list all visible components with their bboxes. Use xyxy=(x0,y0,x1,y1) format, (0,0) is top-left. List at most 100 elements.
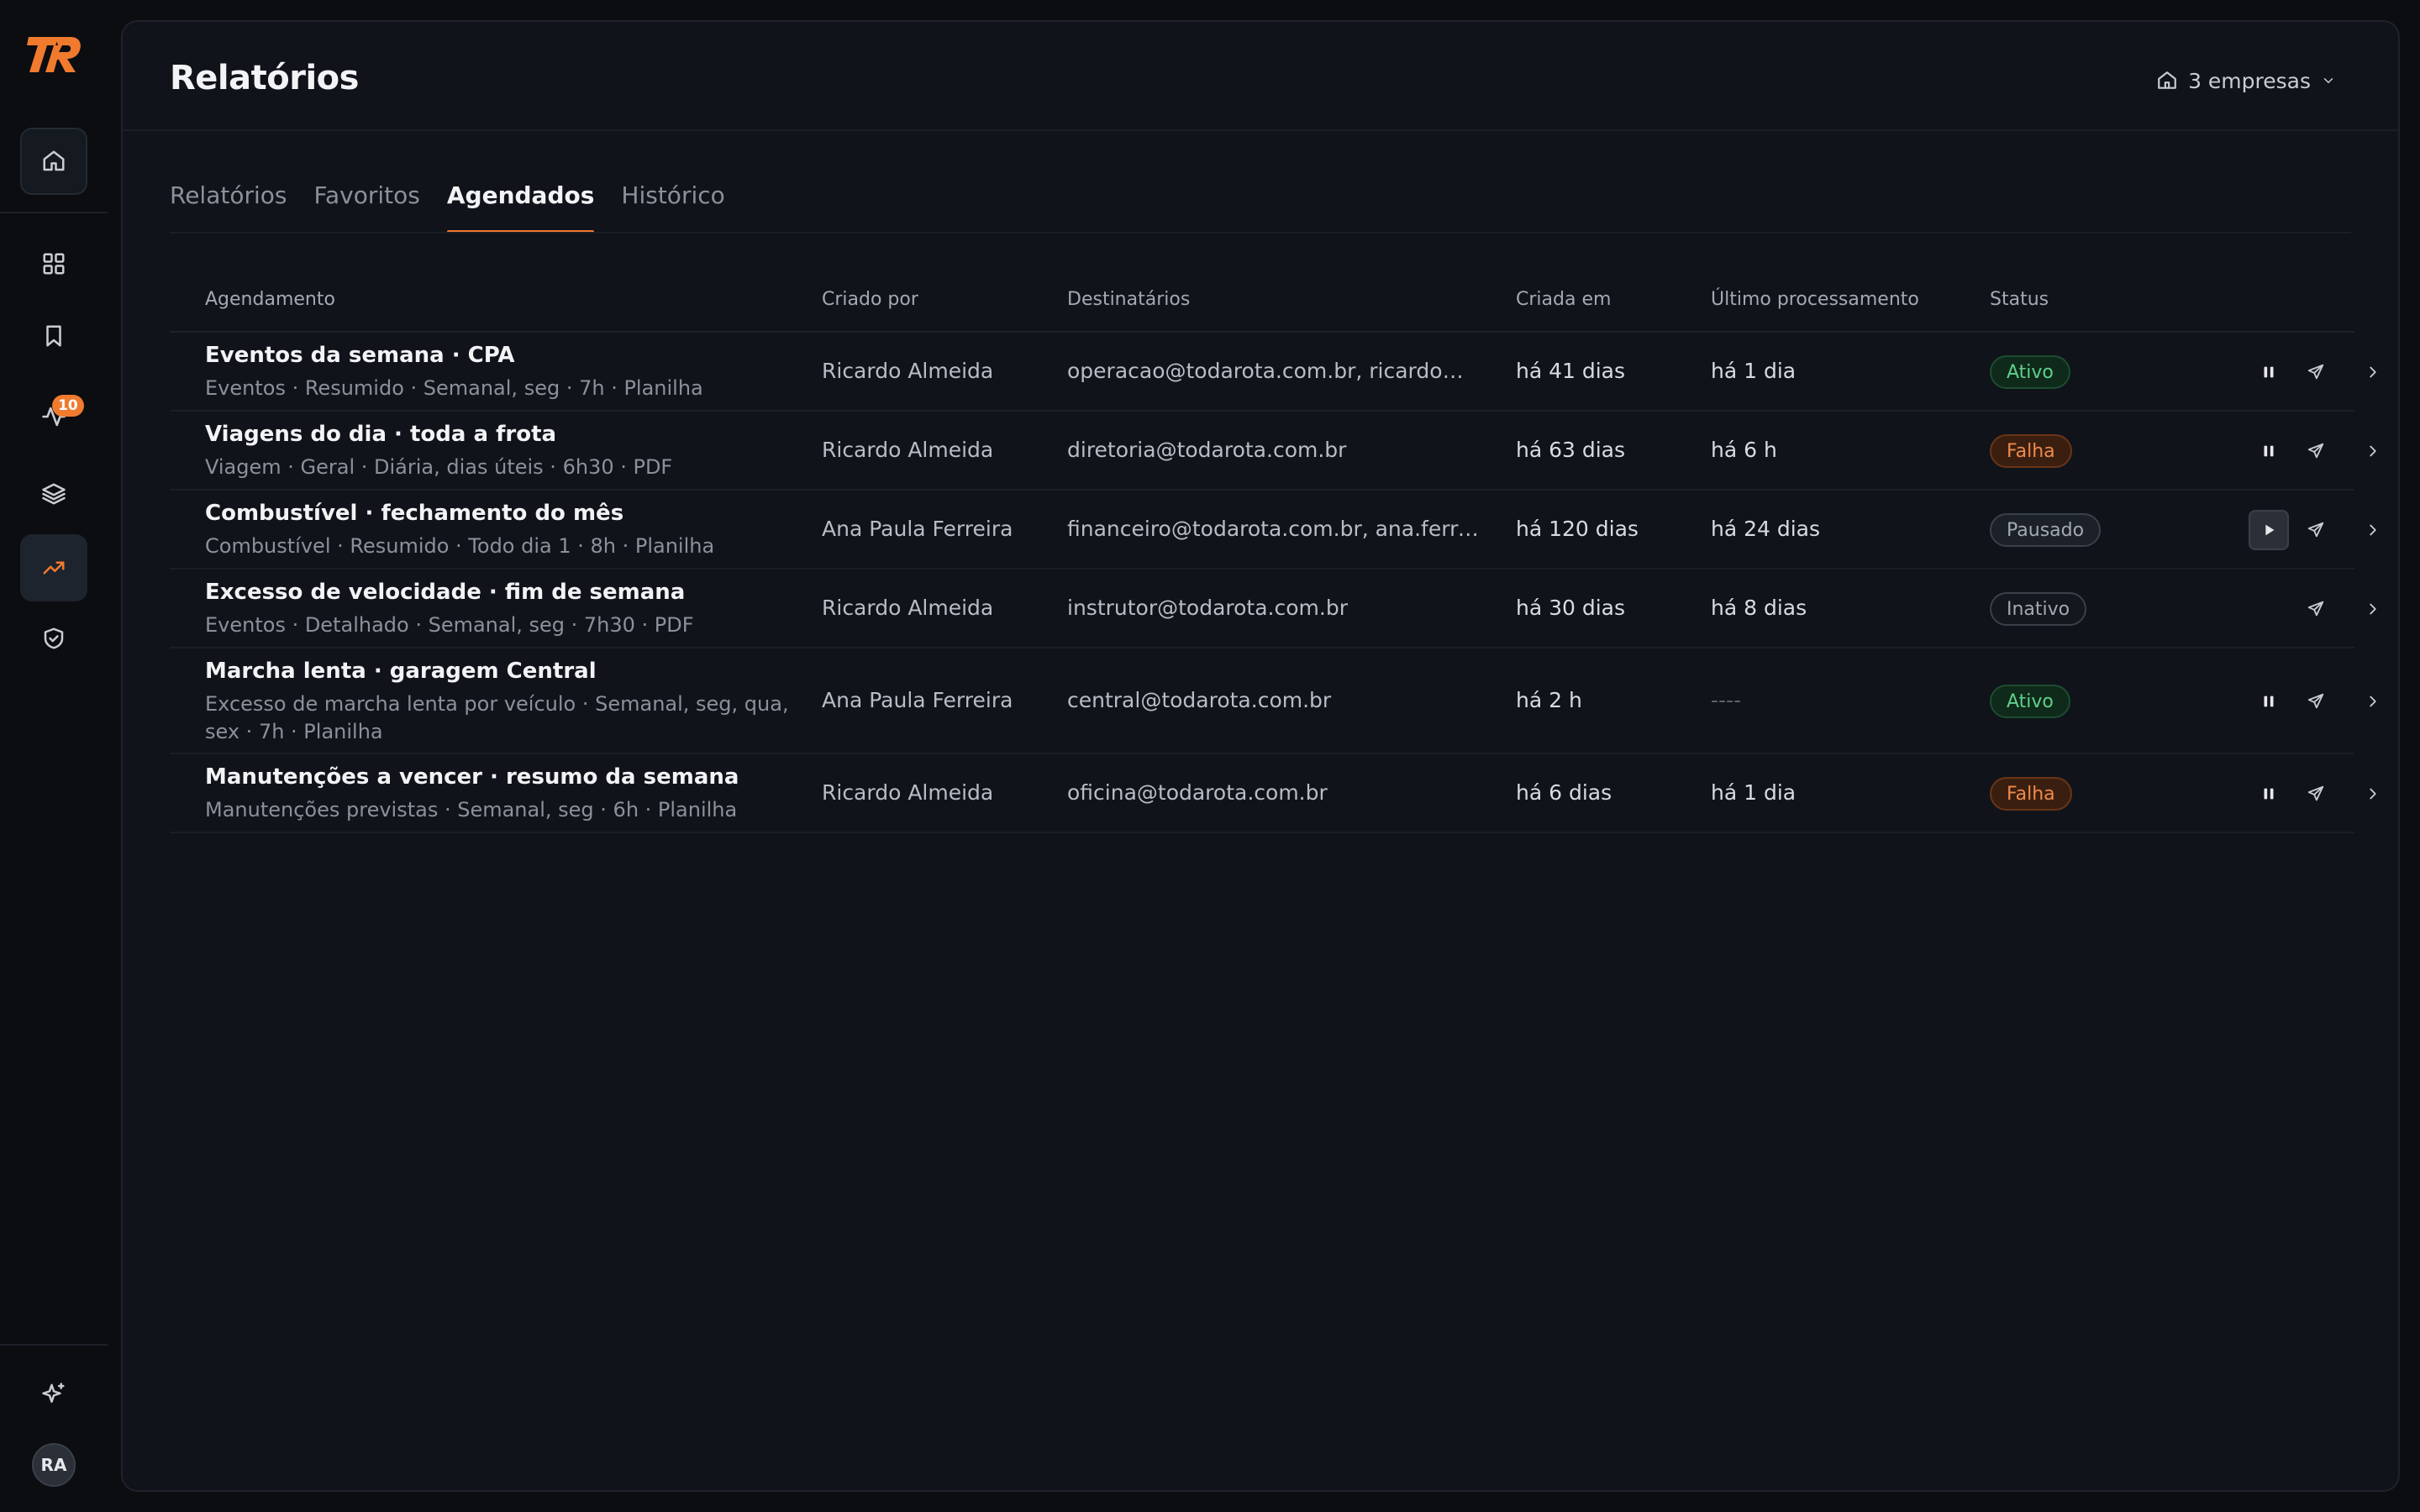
assistant-button[interactable] xyxy=(20,1361,87,1428)
open-details-button[interactable] xyxy=(2353,681,2393,722)
grid-icon xyxy=(43,253,65,275)
table-header: Agendamento Criado por Destinatários Cri… xyxy=(170,274,2354,333)
open-details-button[interactable] xyxy=(2353,774,2393,814)
pause-icon xyxy=(2264,366,2274,378)
send-icon xyxy=(2307,443,2324,459)
recipients-list: central@todarota.com.br xyxy=(1067,688,1332,712)
sidebar: 10 RA xyxy=(0,0,108,1512)
table-row[interactable]: Excesso de velocidade · fim de semana Eve… xyxy=(170,570,2376,648)
table-row[interactable]: Combustível · fechamento do mês Combustív… xyxy=(170,491,2376,570)
last-run: ---- xyxy=(1711,688,1742,712)
nav-reports-button[interactable] xyxy=(20,534,87,601)
created-date: há 2 h xyxy=(1516,688,1582,712)
recipients-list: operacao@todarota.com.br, ricardo@todaro… xyxy=(1067,359,1479,383)
chevron-right-icon xyxy=(2370,445,2376,457)
bookmark-icon xyxy=(46,325,61,347)
schedule-title: Marcha lenta · garagem Central xyxy=(205,659,597,684)
send-now-button[interactable] xyxy=(2296,352,2336,392)
pause-button[interactable] xyxy=(2249,774,2289,814)
send-now-button[interactable] xyxy=(2296,589,2336,629)
created-date: há 30 dias xyxy=(1516,596,1626,620)
schedule-title: Viagens do dia · toda a frota xyxy=(205,422,557,447)
open-details-button[interactable] xyxy=(2353,352,2393,392)
nav-security-button[interactable] xyxy=(20,605,87,672)
creator-name: Ana Paula Ferreira xyxy=(822,517,1013,541)
send-icon xyxy=(2307,364,2324,380)
send-icon xyxy=(2307,601,2324,617)
company-selector-label: 3 empresas xyxy=(2188,68,2311,93)
pause-icon xyxy=(2264,696,2274,707)
schedule-title: Eventos da semana · CPA xyxy=(205,343,515,368)
company-selector[interactable]: 3 empresas xyxy=(2156,62,2336,99)
pause-button[interactable] xyxy=(2249,431,2289,471)
table-row[interactable]: Viagens do dia · toda a frota Viagem · Ge… xyxy=(170,412,2376,491)
schedule-details: Excesso de marcha lenta por veículo · Se… xyxy=(205,692,789,743)
open-details-button[interactable] xyxy=(2353,431,2393,471)
sidebar-bottom-divider xyxy=(0,1344,108,1346)
nav-activity-button[interactable] xyxy=(20,383,87,450)
creator-name: Ricardo Almeida xyxy=(822,438,994,462)
resume-button[interactable] xyxy=(2249,510,2289,550)
creator-name: Ricardo Almeida xyxy=(822,780,994,805)
nav-home-button[interactable] xyxy=(20,128,87,195)
pause-button[interactable] xyxy=(2249,352,2289,392)
schedule-title: Excesso de velocidade · fim de semana xyxy=(205,580,686,605)
creator-name: Ricardo Almeida xyxy=(822,596,994,620)
alerts-badge: 10 xyxy=(52,395,84,417)
send-now-button[interactable] xyxy=(2296,431,2336,471)
trending-up-icon xyxy=(43,561,65,575)
table-row[interactable]: Marcha lenta · garagem Central Excesso de… xyxy=(170,648,2376,754)
send-icon xyxy=(2307,522,2324,538)
recipients-list: financeiro@todarota.com.br, ana.ferreira… xyxy=(1067,517,1479,541)
last-run: há 1 dia xyxy=(1711,780,1797,805)
created-date: há 120 dias xyxy=(1516,517,1639,541)
last-run: há 24 dias xyxy=(1711,517,1821,541)
send-now-button[interactable] xyxy=(2296,510,2336,550)
schedule-details: Eventos · Resumido · Semanal, seg · 7h ·… xyxy=(205,376,703,400)
schedule-details: Manutenções previstas · Semanal, seg · 6… xyxy=(205,798,738,822)
status-badge: Ativo xyxy=(1990,685,2070,718)
column-header-schedule[interactable]: Agendamento xyxy=(205,289,335,310)
tab-agendados[interactable]: Agendados xyxy=(446,181,594,234)
creator-name: Ricardo Almeida xyxy=(822,359,994,383)
creator-name: Ana Paula Ferreira xyxy=(822,688,1013,712)
schedules-table: Agendamento Criado por Destinatários Cri… xyxy=(170,274,2376,833)
page-title: Relatórios xyxy=(170,59,359,97)
header-divider xyxy=(123,129,2398,131)
nav-layers-button[interactable] xyxy=(20,460,87,528)
last-run: há 1 dia xyxy=(1711,359,1797,383)
table-body: Eventos da semana · CPA Eventos · Resumid… xyxy=(170,333,2376,833)
pause-button[interactable] xyxy=(2249,681,2289,722)
chevron-down-icon xyxy=(2323,78,2333,83)
tab-relatorios[interactable]: Relatórios xyxy=(170,181,287,234)
table-row[interactable]: Eventos da semana · CPA Eventos · Resumid… xyxy=(170,333,2376,412)
column-header-creator[interactable]: Criado por xyxy=(822,289,918,310)
user-avatar[interactable]: RA xyxy=(32,1443,76,1487)
chevron-right-icon xyxy=(2370,366,2376,378)
column-header-created[interactable]: Criada em xyxy=(1516,289,1611,310)
last-run: há 6 h xyxy=(1711,438,1777,462)
recipients-list: diretoria@todarota.com.br xyxy=(1067,438,1347,462)
send-now-button[interactable] xyxy=(2296,774,2336,814)
layers-icon xyxy=(42,483,66,505)
status-badge: Ativo xyxy=(1990,355,2070,389)
building-icon xyxy=(2158,71,2176,89)
nav-bookmarks-button[interactable] xyxy=(20,302,87,370)
table-row[interactable]: Manutenções a vencer · resumo da semana M… xyxy=(170,754,2376,833)
tab-historico[interactable]: Histórico xyxy=(621,181,724,234)
nav-dashboard-button[interactable] xyxy=(20,230,87,297)
send-now-button[interactable] xyxy=(2296,681,2336,722)
brand-logo[interactable] xyxy=(25,32,84,76)
chevron-right-icon xyxy=(2370,524,2376,536)
tab-favoritos[interactable]: Favoritos xyxy=(313,181,419,234)
schedule-details: Combustível · Resumido · Todo dia 1 · 8h… xyxy=(205,534,715,558)
column-header-last-run[interactable]: Último processamento xyxy=(1711,289,1919,310)
column-header-status[interactable]: Status xyxy=(1990,289,2049,310)
open-details-button[interactable] xyxy=(2353,510,2393,550)
shield-check-icon xyxy=(44,627,64,649)
tabs-divider xyxy=(170,232,2351,234)
column-header-recipients[interactable]: Destinatários xyxy=(1067,289,1190,310)
status-badge: Pausado xyxy=(1990,513,2102,547)
main-panel: Relatórios 3 empresas Relatórios Favorit… xyxy=(121,20,2400,1492)
open-details-button[interactable] xyxy=(2353,589,2393,629)
